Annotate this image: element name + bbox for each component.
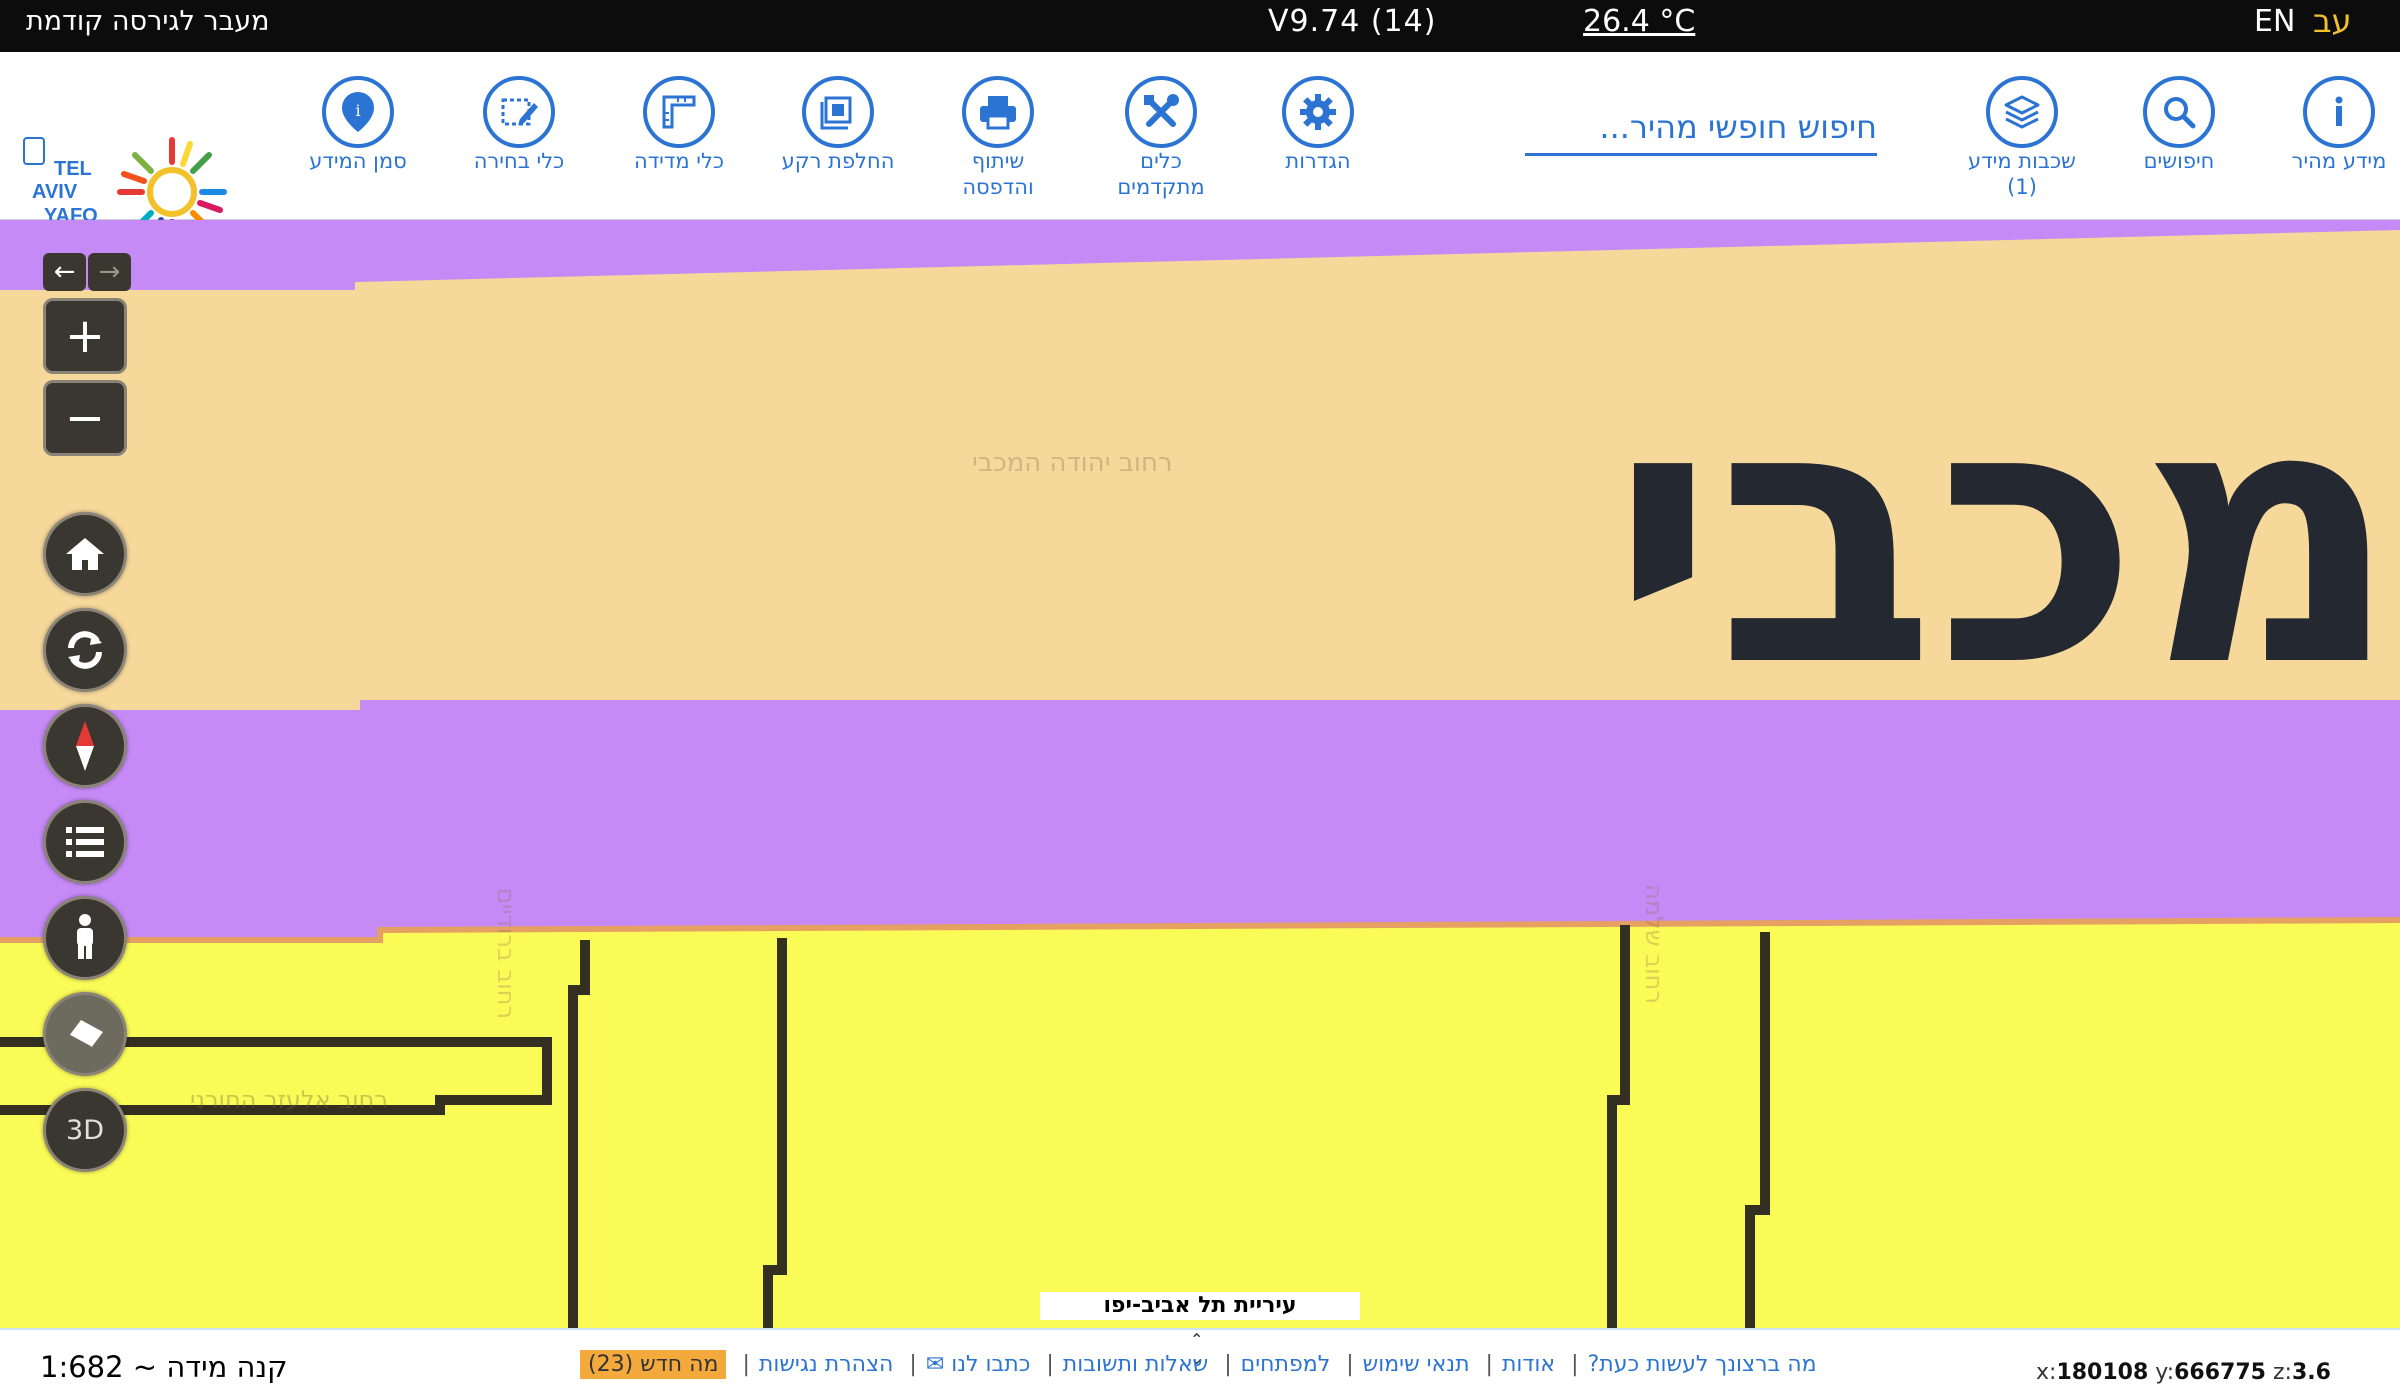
eraser-button[interactable]: [43, 992, 127, 1076]
footer-link-accessibility[interactable]: הצהרת נגישות: [759, 1352, 894, 1377]
footer-link-contact[interactable]: כתבו לנו ✉: [926, 1352, 1031, 1377]
compass-button[interactable]: [43, 704, 127, 788]
compass-icon: [76, 721, 94, 771]
info-layers-tool[interactable]: שכבות מידע (1): [1947, 76, 2097, 200]
quick-info-tool[interactable]: מידע מהיר: [2264, 76, 2400, 174]
zoom-out-button[interactable]: −: [43, 380, 127, 456]
person-icon: [77, 914, 93, 959]
3d-button[interactable]: 3D: [43, 1088, 127, 1172]
street-label-faint: רחוב שלמה: [1640, 884, 1668, 1004]
home-button[interactable]: [43, 512, 127, 596]
basemap-icon: [802, 76, 874, 148]
3d-label: 3D: [66, 1114, 104, 1146]
list-icon: [66, 827, 104, 857]
ruler-icon: [643, 76, 715, 148]
home-icon: [66, 538, 104, 570]
bottom-bar: ⌃ ⌄ קנה מידה ~ 1:682 מה ברצונך לעשות כעת?…: [0, 1328, 2400, 1392]
back-arrow-icon[interactable]: ←: [43, 253, 86, 291]
gear-icon: [1282, 76, 1354, 148]
street-label-faint: רחוב אלעזר החורני: [190, 1086, 388, 1114]
version-label: V9.74 (14): [1268, 4, 1437, 39]
main-toolbar: TEL AVIV YAFO i סמן המידע כלי בחירה כלי …: [0, 52, 2400, 247]
map-canvas[interactable]: רחוב יהודה המכבי רחוב ברודיים רחוב שלמה …: [0, 220, 2400, 1328]
street-label-faint: רחוב ברודיים: [492, 888, 520, 1019]
svg-text:TEL: TEL: [54, 158, 92, 180]
quick-search: [1525, 100, 1877, 156]
printer-icon: [962, 76, 1034, 148]
measure-tool[interactable]: כלי מדידה: [604, 76, 754, 174]
legend-button[interactable]: [43, 800, 127, 884]
selection-pen-icon: [483, 76, 555, 148]
street-label-large: מכבי: [1610, 356, 2400, 716]
map-attribution: עיריית תל אביב-יפו: [1040, 1292, 1360, 1320]
footer-link-what-to-do[interactable]: מה ברצונך לעשות כעת?: [1588, 1352, 1817, 1377]
whats-new-badge[interactable]: מה חדש (23): [580, 1350, 727, 1379]
basemap-switch-tool[interactable]: החלפת רקע: [763, 76, 913, 174]
search-icon: [2143, 76, 2215, 148]
footer-link-about[interactable]: אודות: [1502, 1352, 1555, 1377]
street-view-button[interactable]: [43, 896, 127, 980]
top-bar: מעבר לגירסה קודמת V9.74 (14) 26.4 °C EN …: [0, 0, 2400, 52]
lang-he-button[interactable]: עב: [2313, 2, 2352, 40]
temperature-label[interactable]: 26.4 °C: [1583, 4, 1695, 39]
advanced-tools[interactable]: כלים מתקדמים: [1086, 76, 1236, 200]
info-marker-tool[interactable]: i סמן המידע: [283, 76, 433, 174]
search-input[interactable]: [1525, 100, 1877, 153]
eraser-icon: [68, 1020, 103, 1050]
map-history-nav: ← →: [43, 253, 131, 291]
svg-text:AVIV: AVIV: [32, 181, 78, 203]
svg-text:i: i: [355, 101, 360, 120]
settings-tool[interactable]: הגדרות: [1243, 76, 1393, 174]
selection-tool[interactable]: כלי בחירה: [444, 76, 594, 174]
footer-link-terms[interactable]: תנאי שימוש: [1363, 1352, 1470, 1377]
footer-link-faq[interactable]: שאלות ותשובות: [1063, 1352, 1208, 1377]
lang-en-button[interactable]: EN: [2254, 4, 2295, 39]
footer-links: מה ברצונך לעשות כעת?| אודות| תנאי שימוש|…: [580, 1350, 1817, 1379]
forward-arrow-icon[interactable]: →: [88, 253, 131, 291]
refresh-button[interactable]: [43, 608, 127, 692]
coord-y: 666775: [2174, 1360, 2266, 1385]
info-icon: [2303, 76, 2375, 148]
map-pin-icon: i: [322, 76, 394, 148]
street-label-faint: רחוב יהודה המכבי: [972, 448, 1173, 478]
footer-link-developers[interactable]: למפתחים: [1241, 1352, 1331, 1377]
refresh-icon: [68, 631, 102, 669]
coordinates-readout: x:180108 y:666775 z:3.6: [2036, 1360, 2331, 1385]
searches-tool[interactable]: חיפושים: [2104, 76, 2254, 174]
tools-wrench-icon: [1125, 76, 1197, 148]
legacy-version-link[interactable]: מעבר לגירסה קודמת: [26, 6, 270, 37]
coord-z: 3.6: [2291, 1360, 2331, 1385]
share-print-tool[interactable]: שיתוף והדפסה: [923, 76, 1073, 200]
coord-x: 180108: [2056, 1360, 2149, 1385]
layers-icon: [1986, 76, 2058, 148]
scale-label: קנה מידה ~ 1:682: [40, 1350, 288, 1384]
zoom-in-button[interactable]: +: [43, 298, 127, 374]
